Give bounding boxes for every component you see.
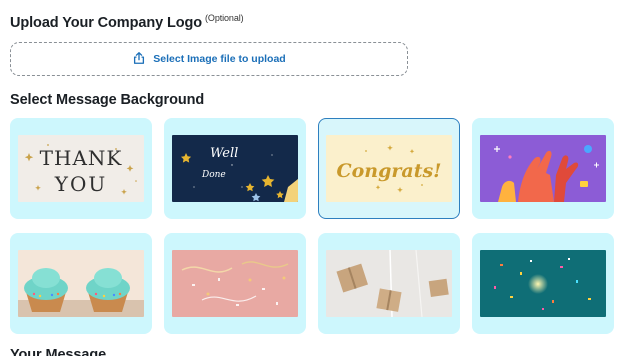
background-option-high-five[interactable]	[472, 118, 614, 219]
upload-button-label: Select Image file to upload	[153, 53, 286, 65]
congrats-image: Congrats!	[325, 134, 452, 202]
background-option-thank-you[interactable]: THANK YOU	[10, 118, 152, 219]
teal-confetti-image	[480, 250, 606, 317]
thank-you-text-2: YOU	[54, 172, 107, 196]
well-done-image: Well Done	[172, 135, 298, 202]
optional-label: (Optional)	[205, 13, 244, 23]
thank-you-image: THANK YOU	[18, 135, 144, 202]
well-done-text-1: Well	[210, 146, 238, 161]
background-option-congrats[interactable]: Congrats!	[318, 118, 460, 219]
gift-boxes-image	[326, 250, 452, 317]
high-five-image	[480, 135, 606, 202]
background-section-title: Select Message Background	[10, 92, 205, 108]
well-done-text-2: Done	[201, 170, 226, 180]
thank-you-text-1: THANK	[40, 146, 123, 170]
background-option-pink-confetti[interactable]	[164, 233, 306, 334]
pink-confetti-image	[172, 250, 298, 317]
cupcakes-image	[18, 250, 144, 317]
background-option-gift-boxes[interactable]	[318, 233, 460, 334]
message-section-title: Your Message	[10, 347, 107, 356]
background-option-teal-confetti[interactable]	[472, 233, 614, 334]
upload-logo-title: Upload Your Company Logo (Optional)	[10, 13, 244, 31]
upload-logo-title-text: Upload Your Company Logo	[10, 14, 203, 31]
background-option-well-done[interactable]: Well Done	[164, 118, 306, 219]
congrats-text: Congrats!	[336, 160, 441, 182]
upload-icon	[132, 51, 146, 68]
background-option-cupcakes[interactable]	[10, 233, 152, 334]
logo-upload-dropzone[interactable]: Select Image file to upload	[10, 42, 408, 76]
